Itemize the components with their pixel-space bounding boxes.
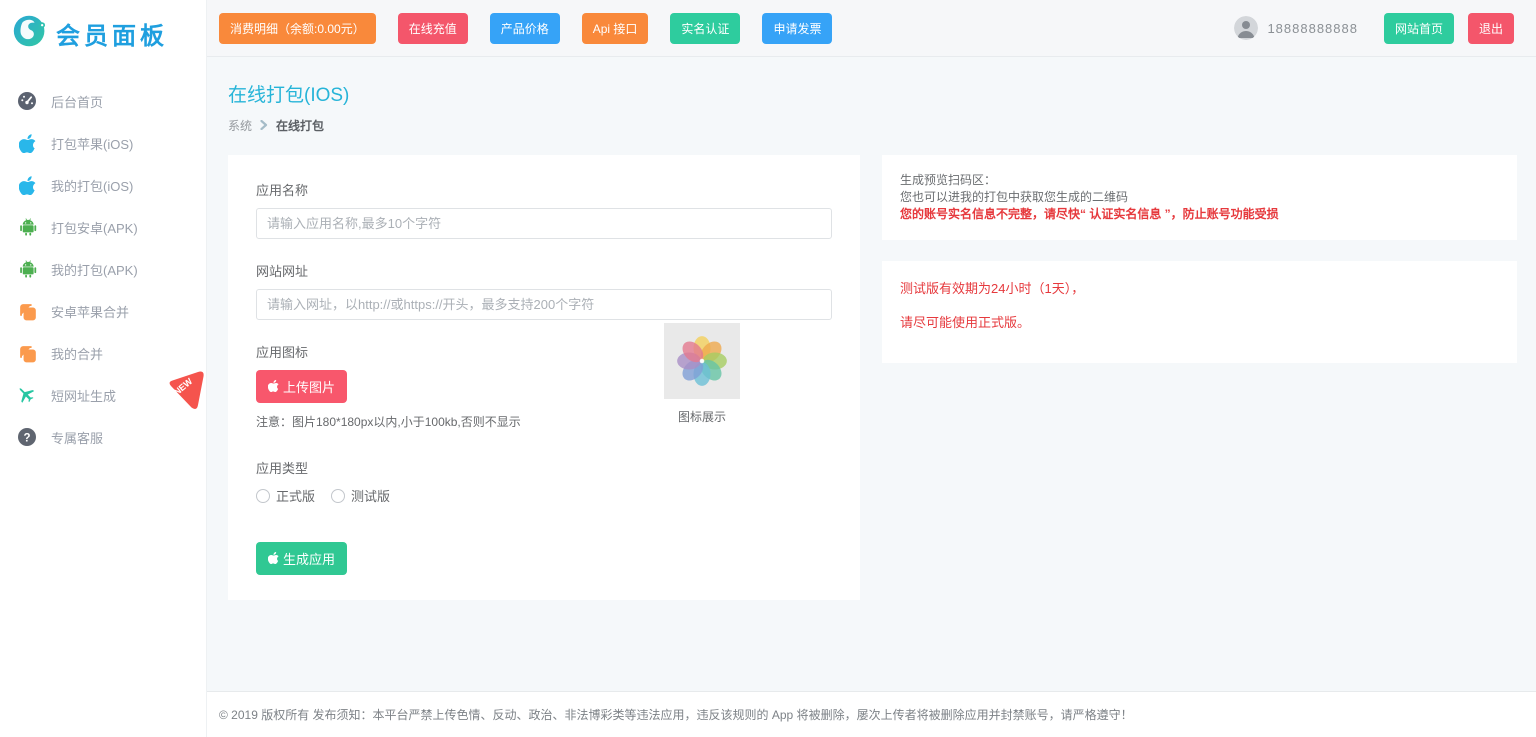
sidebar-item-label: 我的合并 — [51, 344, 103, 363]
icon-preview-block: 图标展示 — [664, 323, 740, 425]
site-url-label: 网站网址 — [256, 261, 832, 280]
sidebar-item-label: 打包苹果(iOS) — [51, 134, 133, 153]
real-name-warning: 您的账号实名信息不完整，请尽快“ 认证实名信息 ”，防止账号功能受损 — [900, 206, 1499, 223]
sidebar-item-label: 我的打包(iOS) — [51, 176, 133, 195]
real-name-auth-button[interactable]: 实名认证 — [670, 13, 740, 44]
radio-test-version[interactable]: 测试版 — [331, 486, 390, 505]
sidebar-item-dashboard[interactable]: 后台首页 — [0, 80, 206, 122]
android-icon — [15, 217, 39, 237]
site-url-input[interactable] — [256, 289, 832, 320]
sidebar-item-my-ios[interactable]: 我的打包(iOS) — [0, 164, 206, 206]
upload-note: 注意：图片180*180px以内,小于100kb,否则不显示 — [256, 413, 832, 430]
breadcrumb: 系统 在线打包 — [228, 117, 1517, 134]
dashboard-icon — [15, 91, 39, 111]
sidebar-item-label: 我的打包(APK) — [51, 260, 138, 279]
trial-notice-line2: 请尽可能使用正式版。 — [900, 312, 1499, 331]
radio-circle-icon[interactable] — [256, 489, 270, 503]
copyright-text: © 2019 版权所有 发布须知：本平台严禁上传色情、反动、政治、非法博彩类等违… — [219, 706, 1133, 723]
consume-detail-button[interactable]: 消费明细（余额:0.00元） — [219, 13, 376, 44]
copy-icon — [15, 344, 39, 363]
scan-preview-line2: 您也可以进我的打包中获取您生成的二维码 — [900, 189, 1499, 206]
logout-button[interactable]: 退出 — [1468, 13, 1514, 44]
upload-image-button[interactable]: 上传图片 — [256, 370, 347, 403]
apple-icon — [15, 175, 39, 195]
top-header-bar: 消费明细（余额:0.00元） 在线充值 产品价格 Api 接口 实名认证 申请发… — [207, 0, 1536, 57]
sidebar-item-label: 短网址生成 — [51, 386, 116, 405]
sidebar: 会员面板 后台首页 打包苹果(iOS) — [0, 0, 207, 737]
radio-circle-icon[interactable] — [331, 489, 345, 503]
footer-bar: © 2019 版权所有 发布须知：本平台严禁上传色情、反动、政治、非法博彩类等违… — [207, 691, 1536, 737]
flower-photos-icon — [673, 332, 731, 390]
apple-icon — [15, 133, 39, 153]
android-icon — [15, 259, 39, 279]
new-ribbon-badge: NEW — [166, 370, 206, 414]
sidebar-item-label: 安卓苹果合并 — [51, 302, 129, 321]
sidebar-item-label: 专属客服 — [51, 428, 103, 447]
sidebar-menu: 后台首页 打包苹果(iOS) 我的打包(iOS) — [0, 80, 206, 458]
package-form-card: 应用名称 网站网址 应用图标 上传图片 注意：图片180*180px以内, — [228, 155, 860, 600]
sidebar-item-merge[interactable]: 安卓苹果合并 — [0, 290, 206, 332]
sidebar-item-short-url[interactable]: 短网址生成 NEW — [0, 374, 206, 416]
notice-column: 生成预览扫码区： 您也可以进我的打包中获取您生成的二维码 您的账号实名信息不完整… — [882, 155, 1517, 363]
sidebar-item-label: 打包安卓(APK) — [51, 218, 138, 237]
copy-icon — [15, 302, 39, 321]
scan-preview-card: 生成预览扫码区： 您也可以进我的打包中获取您生成的二维码 您的账号实名信息不完整… — [882, 155, 1517, 240]
app-name-section: 应用名称 — [256, 180, 832, 239]
apple-icon — [268, 551, 279, 567]
brand-logo[interactable]: 会员面板 — [0, 0, 206, 64]
app-icon-label: 应用图标 — [256, 342, 832, 361]
user-phone: 18888888888 — [1267, 21, 1358, 36]
swirl-logo-icon — [12, 13, 48, 54]
site-home-button[interactable]: 网站首页 — [1384, 13, 1454, 44]
breadcrumb-current: 在线打包 — [276, 117, 324, 134]
app-icon-section: 应用图标 上传图片 注意：图片180*180px以内,小于100kb,否则不显示 — [256, 342, 832, 430]
trial-notice-line1: 测试版有效期为24小时（1天）， — [900, 278, 1499, 297]
sidebar-item-pack-ios[interactable]: 打包苹果(iOS) — [0, 122, 206, 164]
scan-preview-title: 生成预览扫码区： — [900, 172, 1499, 189]
icon-preview-caption: 图标展示 — [664, 408, 740, 425]
sidebar-item-label: 后台首页 — [51, 92, 103, 111]
main-content: 在线打包(IOS) 系统 在线打包 应用名称 网站网址 应用图标 — [207, 58, 1536, 691]
radio-official-version[interactable]: 正式版 — [256, 486, 315, 505]
app-name-input[interactable] — [256, 208, 832, 239]
question-icon: ? — [15, 427, 39, 447]
sidebar-item-pack-apk[interactable]: 打包安卓(APK) — [0, 206, 206, 248]
icon-preview-image — [664, 323, 740, 399]
radio-test-label: 测试版 — [351, 486, 390, 505]
chevron-right-icon — [260, 119, 268, 133]
sidebar-item-my-merge[interactable]: 我的合并 — [0, 332, 206, 374]
upload-image-label: 上传图片 — [283, 377, 335, 396]
app-name-label: 应用名称 — [256, 180, 832, 199]
breadcrumb-item[interactable]: 系统 — [228, 117, 252, 134]
site-url-section: 网站网址 — [256, 261, 832, 320]
product-price-button[interactable]: 产品价格 — [490, 13, 560, 44]
svg-text:?: ? — [23, 432, 30, 444]
apple-icon — [268, 379, 279, 395]
recharge-button[interactable]: 在线充值 — [398, 13, 468, 44]
app-type-label: 应用类型 — [256, 458, 832, 477]
app-type-section: 应用类型 正式版 测试版 — [256, 458, 832, 505]
generate-app-label: 生成应用 — [283, 549, 335, 568]
brand-title: 会员面板 — [56, 16, 168, 51]
trial-notice-card: 测试版有效期为24小时（1天）， 请尽可能使用正式版。 — [882, 261, 1517, 363]
page-title: 在线打包(IOS) — [228, 80, 1517, 107]
sidebar-item-support[interactable]: ? 专属客服 — [0, 416, 206, 458]
generate-app-button[interactable]: 生成应用 — [256, 542, 347, 575]
header-user-area: 18888888888 网站首页 退出 — [1234, 13, 1522, 44]
plane-icon — [15, 386, 39, 405]
sidebar-item-my-apk[interactable]: 我的打包(APK) — [0, 248, 206, 290]
radio-official-label: 正式版 — [276, 486, 315, 505]
api-button[interactable]: Api 接口 — [582, 13, 649, 44]
invoice-button[interactable]: 申请发票 — [762, 13, 832, 44]
user-avatar[interactable] — [1234, 16, 1258, 40]
